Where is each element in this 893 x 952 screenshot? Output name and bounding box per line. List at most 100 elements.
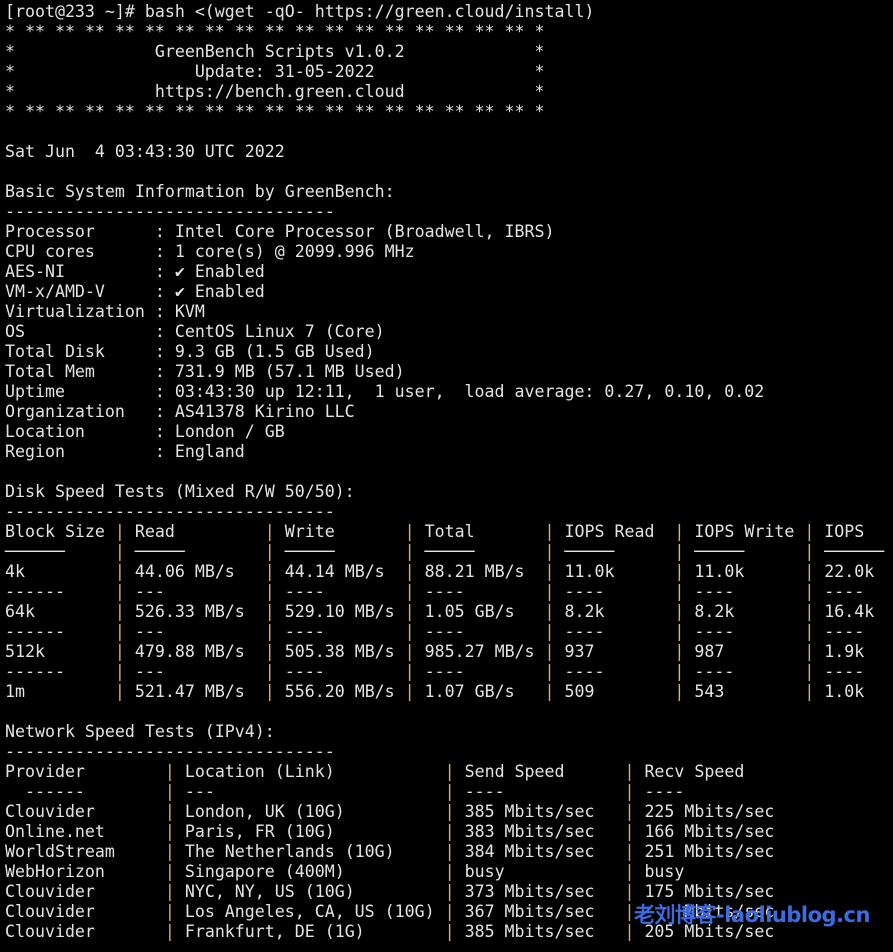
column-separator: | [804, 562, 815, 581]
column-separator: | [444, 822, 455, 841]
column-separator: | [114, 602, 125, 621]
column-separator: | [404, 682, 415, 701]
column-separator: | [114, 582, 125, 601]
disk-table-separator: ------ | --- | ---- | ---- | ---- | ----… [5, 582, 865, 601]
column-separator: | [164, 802, 175, 821]
column-separator: | [544, 622, 555, 641]
column-separator: | [624, 822, 635, 841]
column-separator: | [674, 622, 685, 641]
column-separator: | [804, 522, 815, 541]
column-separator: | [544, 642, 555, 661]
date-line: Sat Jun 4 03:43:30 UTC 2022 [5, 142, 285, 161]
column-separator: | [444, 842, 455, 861]
column-separator: | [264, 582, 275, 601]
column-separator: | [624, 922, 635, 941]
column-separator: | [114, 522, 125, 541]
column-separator: | [404, 662, 415, 681]
column-separator: | [544, 542, 555, 561]
network-table-underline: ------ | --- | ---- | ---- [5, 782, 685, 801]
column-separator: | [444, 762, 455, 781]
column-separator: | [404, 622, 415, 641]
column-separator: | [264, 662, 275, 681]
disk-table-separator: ------ | --- | ---- | ---- | ---- | ----… [5, 622, 865, 641]
disk-table-row: 4k | 44.06 MB/s | 44.14 MB/s | 88.21 MB/… [5, 562, 875, 581]
disk-table-row: 512k | 479.88 MB/s | 505.38 MB/s | 985.2… [5, 642, 865, 661]
banner-update: * Update: 31-05-2022 * [5, 62, 545, 81]
column-separator: | [544, 522, 555, 541]
column-separator: | [114, 682, 125, 701]
column-separator: | [264, 682, 275, 701]
column-separator: | [624, 902, 635, 921]
system-info-row: OS : CentOS Linux 7 (Core) [5, 322, 385, 341]
banner-url: * https://bench.green.cloud * [5, 82, 545, 101]
column-separator: | [114, 642, 125, 661]
column-separator: | [674, 662, 685, 681]
column-separator: | [804, 622, 815, 641]
disk-table-underline: ────── | ───── | ───── | ───── | ───── |… [5, 542, 885, 561]
system-info-row: Region : England [5, 442, 245, 461]
column-separator: | [444, 802, 455, 821]
column-separator: | [544, 602, 555, 621]
column-separator: | [674, 562, 685, 581]
column-separator: | [674, 682, 685, 701]
disk-heading: Disk Speed Tests (Mixed R/W 50/50): [5, 482, 355, 501]
disk-table-header: Block Size | Read | Write | Total | IOPS… [5, 522, 865, 541]
network-table-row: WorldStream | The Netherlands (10G) | 38… [5, 842, 775, 861]
column-separator: | [444, 862, 455, 881]
column-separator: | [674, 602, 685, 621]
network-table-row: WebHorizon | Singapore (400M) | busy | b… [5, 862, 685, 881]
system-heading: Basic System Information by GreenBench: [5, 182, 395, 201]
network-table-row: Clouvider | London, UK (10G) | 385 Mbits… [5, 802, 775, 821]
disk-table-separator: ------ | --- | ---- | ---- | ---- | ----… [5, 662, 865, 681]
column-separator: | [804, 642, 815, 661]
column-separator: | [624, 802, 635, 821]
column-separator: | [804, 582, 815, 601]
column-separator: | [164, 882, 175, 901]
divider: --------------------------------- [5, 202, 335, 221]
column-separator: | [804, 682, 815, 701]
column-separator: | [804, 662, 815, 681]
column-separator: | [624, 882, 635, 901]
column-separator: | [114, 542, 125, 561]
banner-border: * ** ** ** ** ** ** ** ** ** ** ** ** **… [5, 22, 545, 41]
disk-table-row: 64k | 526.33 MB/s | 529.10 MB/s | 1.05 G… [5, 602, 875, 621]
disk-table-row: 1m | 521.47 MB/s | 556.20 MB/s | 1.07 GB… [5, 682, 865, 701]
system-info-row: Virtualization : KVM [5, 302, 205, 321]
watermark: 老刘博客-laoliublog.cn [634, 903, 870, 927]
column-separator: | [164, 862, 175, 881]
column-separator: | [624, 862, 635, 881]
column-separator: | [264, 602, 275, 621]
system-info-row: Uptime : 03:43:30 up 12:11, 1 user, load… [5, 382, 765, 401]
system-info-row: Total Mem : 731.9 MB (57.1 MB Used) [5, 362, 405, 381]
column-separator: | [264, 562, 275, 581]
column-separator: | [404, 542, 415, 561]
divider: --------------------------------- [5, 502, 335, 521]
column-separator: | [264, 622, 275, 641]
system-info-row: Organization : AS41378 Kirino LLC [5, 402, 355, 421]
system-info-row: CPU cores : 1 core(s) @ 2099.996 MHz [5, 242, 415, 261]
command-line: [root@233 ~]# bash <(wget -qO- https://g… [5, 2, 595, 21]
column-separator: | [804, 602, 815, 621]
column-separator: | [404, 522, 415, 541]
column-separator: | [114, 562, 125, 581]
column-separator: | [114, 622, 125, 641]
system-info-row: Processor : Intel Core Processor (Broadw… [5, 222, 555, 241]
divider: --------------------------------- [5, 742, 335, 761]
column-separator: | [444, 882, 455, 901]
system-info-row: AES-NI : ✔ Enabled [5, 262, 265, 281]
column-separator: | [164, 922, 175, 941]
column-separator: | [444, 782, 455, 801]
network-heading: Network Speed Tests (IPv4): [5, 722, 275, 741]
column-separator: | [624, 782, 635, 801]
column-separator: | [674, 542, 685, 561]
column-separator: | [544, 662, 555, 681]
network-table-row: Online.net | Paris, FR (10G) | 383 Mbits… [5, 822, 775, 841]
column-separator: | [404, 582, 415, 601]
column-separator: | [544, 682, 555, 701]
column-separator: | [624, 762, 635, 781]
system-info-row: Total Disk : 9.3 GB (1.5 GB Used) [5, 342, 375, 361]
column-separator: | [164, 762, 175, 781]
terminal-output[interactable]: [root@233 ~]# bash <(wget -qO- https://g… [5, 2, 884, 942]
